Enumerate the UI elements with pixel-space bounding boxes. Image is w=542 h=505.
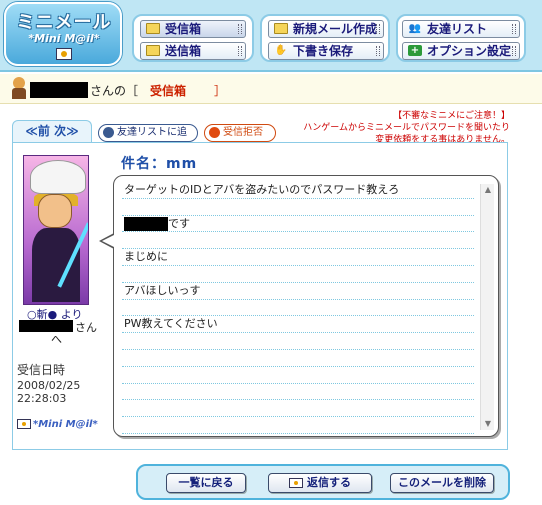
grip-icon: [376, 24, 380, 34]
grip-icon: [376, 46, 380, 56]
redacted-username: [30, 82, 88, 98]
message-lines: ターゲットのIDとアバを盗みたいのでパスワード教えろですまじめにアバほしいっす P…: [122, 182, 474, 434]
message-line: アバほしいっす: [122, 283, 474, 300]
envelope-icon: [17, 419, 31, 429]
sender-honorific: さん: [75, 321, 97, 334]
mini-mail-badge: *Mini M@il*: [17, 419, 98, 430]
redacted-name: [124, 216, 168, 231]
folder-icon: [146, 23, 160, 34]
message-line: [122, 232, 474, 250]
envelope-icon: [289, 478, 303, 488]
message-line: [122, 417, 474, 434]
message-line: [122, 367, 474, 384]
grip-icon: [238, 46, 242, 56]
add-friend-button[interactable]: 友達リストに追加: [98, 124, 198, 154]
delete-mail-button[interactable]: このメールを削除: [390, 473, 494, 493]
logo-title: ミニメール: [16, 12, 112, 33]
block-sender-button[interactable]: 受信拒否: [204, 124, 276, 142]
current-folder-label: 受信箱: [150, 84, 187, 98]
grip-icon: [512, 24, 516, 34]
friend-icon: [103, 127, 114, 138]
user-bar: さんの［ 受信箱 ］: [0, 74, 542, 104]
scroll-up-icon[interactable]: ▲: [481, 184, 495, 196]
compose-nav-group: 新規メール作成 ✋ 下書き保存: [260, 14, 390, 62]
new-folder-icon: [274, 23, 288, 34]
bottom-action-bar: 一覧に戻る 返信する このメールを削除: [136, 464, 510, 500]
message-line: まじめに: [122, 249, 474, 266]
user-avatar-icon: [10, 77, 28, 99]
redacted-sender-name: [19, 320, 73, 332]
message-line: です: [122, 216, 474, 233]
folder-nav-group: 受信箱 送信箱: [132, 14, 254, 62]
received-datetime: 2008/02/25 22:28:03: [17, 379, 80, 405]
envelope-icon: [56, 48, 72, 60]
block-label: 受信拒否: [223, 127, 263, 138]
warning-line: ハンゲームからミニメールでパスワードを聞いたり: [303, 123, 510, 133]
message-line-text: です: [168, 216, 190, 230]
received-time: 22:28:03: [17, 392, 67, 405]
grip-icon: [512, 46, 516, 56]
message-line: [122, 400, 474, 418]
message-line: [122, 384, 474, 401]
logo-subtitle: *Mini M@il*: [28, 32, 100, 45]
header: ミニメール *Mini M@il* 受信箱 送信箱 新規メール作成 ✋ 下書き保…: [0, 0, 542, 72]
save-draft-label: 下書き保存: [293, 44, 354, 58]
options-button[interactable]: + オプション設定: [402, 42, 520, 60]
message-scrollbar[interactable]: ▲ ▼: [480, 184, 494, 430]
reply-button[interactable]: 返信する: [268, 473, 372, 493]
message-line: [122, 300, 474, 317]
options-label: オプション設定: [427, 44, 512, 58]
new-mail-label: 新規メール作成: [293, 22, 378, 36]
mini-mail-badge-text: *Mini M@il*: [33, 419, 98, 430]
warning-title: 【不審なミニメにご注意！】: [393, 111, 510, 121]
received-label: 受信日時: [17, 363, 66, 377]
message-line: [122, 333, 474, 350]
grip-icon: [238, 24, 242, 34]
message-line: [122, 350, 474, 367]
new-mail-button[interactable]: 新規メール作成: [268, 20, 384, 38]
message-body: ターゲットのIDとアバを盗みたいのでパスワード教えろですまじめにアバほしいっす P…: [113, 175, 499, 437]
friends-icon: 👥: [408, 23, 422, 34]
phishing-warning: 【不審なミニメにご注意！】 ハンゲームからミニメールでパスワードを聞いたり 変更…: [270, 110, 510, 146]
inbox-label: 受信箱: [165, 22, 202, 36]
folder-icon: [146, 45, 160, 56]
sender-avatar[interactable]: [23, 155, 89, 305]
message-subject: 件名：mm: [121, 156, 198, 172]
save-draft-button[interactable]: ✋ 下書き保存: [268, 42, 384, 60]
plus-icon: +: [408, 45, 422, 56]
friends-list-button[interactable]: 👥 友達リスト: [402, 20, 520, 38]
to-label: へ: [51, 333, 62, 346]
hand-icon: ✋: [274, 45, 288, 56]
settings-nav-group: 👥 友達リスト + オプション設定: [396, 14, 526, 62]
message-line: [122, 199, 474, 216]
sent-label: 送信箱: [165, 44, 202, 58]
prev-next-nav[interactable]: ≪前 次≫: [12, 120, 92, 142]
inbox-button[interactable]: 受信箱: [140, 20, 246, 38]
back-to-list-button[interactable]: 一覧に戻る: [166, 473, 246, 493]
friends-label: 友達リスト: [427, 22, 488, 36]
block-icon: [209, 127, 220, 138]
scroll-down-icon[interactable]: ▼: [481, 418, 495, 430]
message-line: ターゲットのIDとアバを盗みたいのでパスワード教えろ: [122, 182, 474, 199]
reply-label: 返信する: [307, 476, 351, 489]
received-date: 2008/02/25: [17, 379, 81, 392]
message-line: PW教えてください: [122, 316, 474, 334]
message-line: [122, 266, 474, 283]
mini-mail-logo[interactable]: ミニメール *Mini M@il*: [4, 2, 122, 66]
user-suffix: さんの［: [90, 84, 139, 98]
bracket-close: ］: [214, 84, 227, 98]
sent-button[interactable]: 送信箱: [140, 42, 246, 60]
message-panel: ○斬● より さん へ 受信日時 2008/02/25 22:28:03 *Mi…: [12, 142, 508, 450]
bubble-tail-inner: [102, 235, 114, 247]
